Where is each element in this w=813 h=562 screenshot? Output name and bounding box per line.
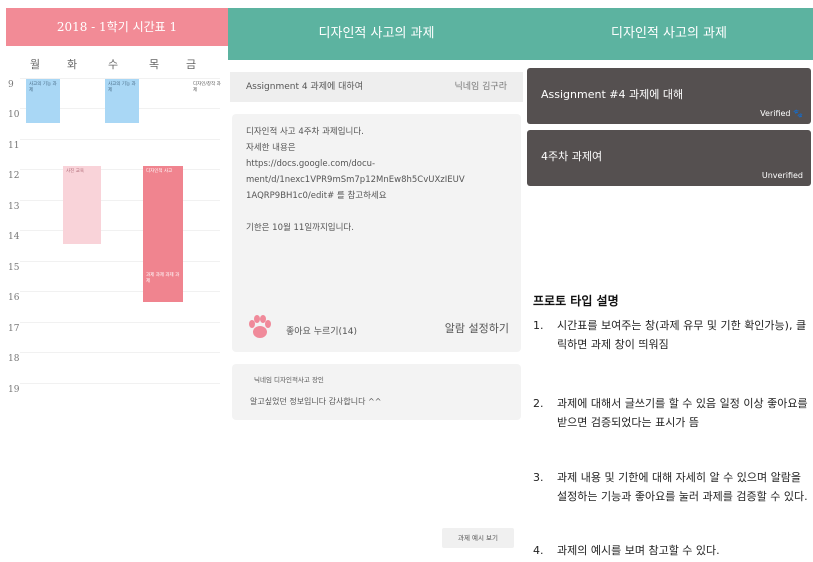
assignment-card-title: 4주차 과제여 bbox=[541, 150, 603, 163]
assignment-content-card: 디자인적 사고 4주차 과제입니다. 자세한 내용은 https://docs.… bbox=[232, 114, 521, 352]
timetable-title: 2018 - 1학기 시간표 1 bbox=[6, 8, 228, 46]
hour-label: 17 bbox=[8, 324, 20, 334]
day-fri: 금 bbox=[185, 58, 197, 71]
class-block[interactable]: 사고의 기능 과제 bbox=[26, 79, 60, 123]
body-line: 디자인적 사고 4주차 과제입니다. bbox=[246, 127, 364, 137]
comment-card: 닉네임 디자인적사고 장인 알고싶었던 정보입니다 감사합니다 ^^ bbox=[232, 364, 521, 420]
hour-label: 16 bbox=[8, 293, 20, 303]
class-block[interactable]: 디자인적 사고 bbox=[143, 166, 183, 270]
list-header: 디자인적 사고의 과제 bbox=[525, 8, 813, 60]
prototype-item: 1. 시간표를 보여주는 창(과제 유무 및 기한 확인가능), 클릭하면 과제… bbox=[533, 316, 811, 376]
hour-label: 13 bbox=[8, 202, 20, 212]
hour-label: 10 bbox=[8, 110, 20, 120]
hour-label: 18 bbox=[8, 354, 20, 364]
day-wed: 수 bbox=[107, 58, 119, 71]
prototype-item: 3. 과제 내용 및 기한에 대해 자세히 알 수 있으며 알람을 설정하는 기… bbox=[533, 468, 811, 528]
day-mon: 월 bbox=[29, 58, 41, 71]
hour-label: 15 bbox=[8, 263, 20, 273]
alarm-setting-button[interactable]: 알람 설정하기 bbox=[445, 320, 509, 336]
paw-icon[interactable] bbox=[246, 314, 272, 340]
class-block[interactable]: 디자인/창작 과제 bbox=[190, 79, 226, 97]
body-line: 1AQRP9BH1c0/edit# 를 참고하세요 bbox=[246, 191, 387, 201]
assignment-body: 디자인적 사고 4주차 과제입니다. 자세한 내용은 https://docs.… bbox=[246, 124, 512, 236]
item-text: 과제에 대해서 글쓰기를 할 수 있음 일정 이상 좋아요를 받으면 검증되었다… bbox=[557, 397, 808, 429]
day-tue: 화 bbox=[66, 58, 78, 71]
like-button[interactable]: 좋아요 누르기(14) bbox=[286, 324, 357, 337]
class-block[interactable]: 사고의 기능 과제 bbox=[105, 79, 139, 123]
item-number: 3. bbox=[533, 471, 544, 484]
item-text: 과제 내용 및 기한에 대해 자세히 알 수 있으며 알람을 설정하는 기능과 … bbox=[557, 471, 808, 503]
assignment-card-title: Assignment #4 과제에 대해 bbox=[541, 88, 684, 101]
verified-badge: Verified 🐾 bbox=[760, 109, 803, 118]
assignment-detail-panel: 디자인적 사고의 과제 Assignment 4 과제에 대하여 닉네임 김구라… bbox=[228, 0, 525, 562]
hour-label: 11 bbox=[8, 141, 20, 151]
hour-label: 14 bbox=[8, 232, 20, 242]
prototype-item: 4. 과제의 예시를 보며 참고할 수 있다. bbox=[533, 541, 811, 561]
item-number: 1. bbox=[533, 319, 544, 332]
comment-text: 알고싶었던 정보입니다 감사합니다 ^^ bbox=[250, 397, 382, 406]
hour-label: 9 bbox=[8, 80, 14, 90]
deadline-text: 기한은 10월 11일까지입니다. bbox=[246, 223, 354, 233]
assignment-title-bar: Assignment 4 과제에 대하여 닉네임 김구라 bbox=[230, 72, 523, 102]
day-thu: 목 bbox=[148, 58, 160, 71]
hour-label: 19 bbox=[8, 385, 20, 395]
assignment-card-unverified[interactable]: 4주차 과제여 Unverified bbox=[527, 130, 811, 186]
unverified-badge: Unverified bbox=[761, 171, 803, 180]
class-block[interactable]: 과제 과제 과제 과제 bbox=[143, 270, 183, 302]
body-link[interactable]: https://docs.google.com/docu- bbox=[246, 156, 512, 172]
prototype-item: 2. 과제에 대해서 글쓰기를 할 수 있음 일정 이상 좋아요를 받으면 검증… bbox=[533, 394, 811, 454]
item-number: 2. bbox=[533, 397, 544, 410]
comment-author: 닉네임 디자인적사고 장인 bbox=[254, 376, 324, 384]
body-line: 자세한 내용은 bbox=[246, 143, 296, 153]
detail-header: 디자인적 사고의 과제 bbox=[228, 8, 525, 60]
item-text: 시간표를 보여주는 창(과제 유무 및 기한 확인가능), 클릭하면 과제 창이… bbox=[557, 319, 807, 351]
hour-label: 12 bbox=[8, 171, 20, 181]
assignment-title: Assignment 4 과제에 대하여 bbox=[246, 82, 363, 92]
item-text: 과제의 예시를 보며 참고할 수 있다. bbox=[557, 544, 720, 557]
assignment-card-verified[interactable]: Assignment #4 과제에 대해 Verified 🐾 bbox=[527, 68, 811, 124]
assignment-list-panel: 디자인적 사고의 과제 Assignment #4 과제에 대해 Verifie… bbox=[525, 0, 813, 562]
view-example-button[interactable]: 과제 예시 보기 bbox=[442, 528, 514, 548]
body-link[interactable]: ment/d/1nexc1VPR9mSm7p12MnEw8h5CvUXzIEUV bbox=[246, 172, 512, 188]
author-nickname: 닉네임 김구라 bbox=[454, 82, 507, 92]
timetable-panel: 2018 - 1학기 시간표 1 월 화 수 목 금 9 10 11 12 13… bbox=[0, 0, 228, 562]
prototype-title: 프로토 타입 설명 bbox=[533, 294, 619, 308]
class-block[interactable]: 사진 교육 bbox=[63, 166, 101, 244]
item-number: 4. bbox=[533, 544, 544, 557]
